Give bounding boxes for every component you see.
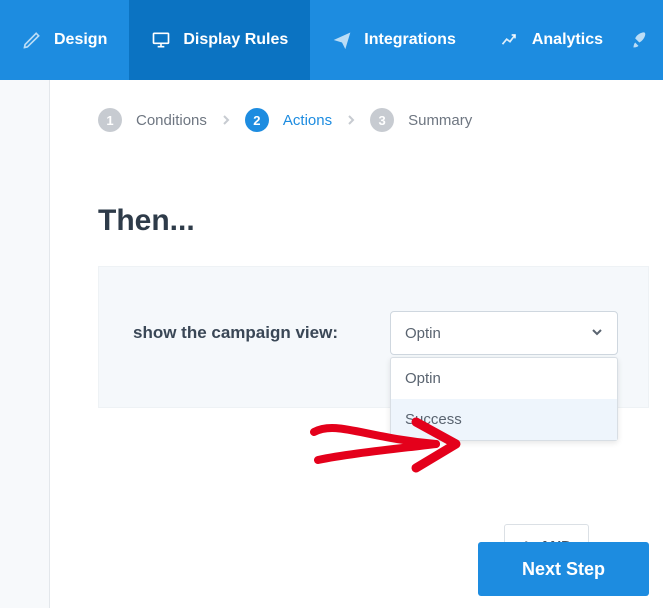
step-circle-1[interactable]: 1: [98, 108, 122, 132]
next-step-button[interactable]: Next Step: [478, 542, 649, 596]
dropdown-option-optin[interactable]: Optin: [391, 358, 617, 399]
tab-design[interactable]: Design: [0, 0, 129, 80]
tab-display-rules[interactable]: Display Rules: [129, 0, 310, 80]
step-circle-2[interactable]: 2: [245, 108, 269, 132]
rule-card: show the campaign view: Optin Optin Succ…: [98, 266, 649, 408]
select-box[interactable]: Optin: [390, 311, 618, 355]
sidebar-gutter: [0, 80, 50, 608]
select-value: Optin: [405, 325, 441, 342]
campaign-view-select[interactable]: Optin Optin Success: [390, 311, 618, 355]
tab-label: Design: [54, 31, 107, 49]
chevron-down-icon: [591, 325, 603, 342]
next-label: Next Step: [522, 559, 605, 579]
rocket-icon: [631, 30, 651, 50]
tab-label: Analytics: [532, 31, 603, 49]
tab-analytics[interactable]: Analytics: [478, 0, 625, 80]
tab-label: Display Rules: [183, 31, 288, 49]
pencil-icon: [22, 30, 42, 50]
tab-integrations[interactable]: Integrations: [310, 0, 478, 80]
publish-button[interactable]: [625, 0, 663, 80]
step-label-summary[interactable]: Summary: [408, 112, 472, 129]
dropdown-panel: Optin Success: [390, 357, 618, 441]
wizard-steps: 1 Conditions 2 Actions 3 Summary: [50, 80, 663, 140]
paper-plane-icon: [332, 30, 352, 50]
step-circle-3[interactable]: 3: [370, 108, 394, 132]
monitor-icon: [151, 30, 171, 50]
rule-label: show the campaign view:: [133, 323, 338, 343]
step-label-actions[interactable]: Actions: [283, 112, 332, 129]
chart-line-icon: [500, 30, 520, 50]
chevron-right-icon: [221, 112, 231, 128]
step-label-conditions[interactable]: Conditions: [136, 112, 207, 129]
content-pane: 1 Conditions 2 Actions 3 Summary Then...…: [50, 80, 663, 608]
dropdown-option-success[interactable]: Success: [391, 399, 617, 440]
top-nav: Design Display Rules Integrations Analyt…: [0, 0, 663, 80]
section-heading: Then...: [50, 140, 663, 266]
tab-label: Integrations: [364, 31, 456, 49]
chevron-right-icon: [346, 112, 356, 128]
